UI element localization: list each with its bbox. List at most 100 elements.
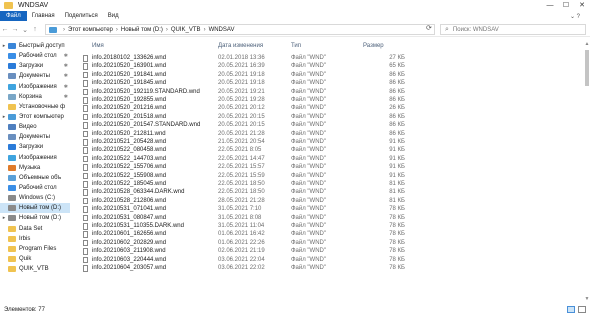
expand-ribbon-icon[interactable]: ⌄ ? (570, 13, 580, 20)
sidebar-item[interactable]: QUIK_VTB (0, 264, 70, 274)
sidebar-item-label: Program Files (19, 245, 57, 252)
sidebar-item[interactable]: Windows (C:) (0, 193, 70, 203)
tab-share[interactable]: Поделиться (60, 13, 103, 19)
tab-view[interactable]: Вид (103, 13, 124, 19)
file-row[interactable]: info.20210604_203057.wnd 03.06.2021 22:02… (78, 264, 588, 272)
file-date: 31.05.2021 8:08 (218, 214, 262, 221)
file-type: Файл "WND" (291, 181, 327, 187)
breadcrumb-quik-vtb[interactable]: QUIK_VTB (171, 27, 201, 33)
file-row[interactable]: info.20210520_201518.wnd 20.05.2021 20:15… (78, 113, 588, 121)
file-row[interactable]: info.20210522_080458.wnd 22.05.2021 8:05 Ф… (78, 146, 588, 154)
file-name: info.20210520_191845.wnd (92, 80, 167, 87)
file-row[interactable]: info.20210520_192855.wnd 20.05.2021 19:28… (78, 96, 588, 104)
window-title: WNDSAV (18, 2, 49, 9)
file-row[interactable]: info.20210528_212806.wnd 28.05.2021 21:28… (78, 197, 588, 205)
file-row[interactable]: info.20210520_191845.wnd 20.05.2021 19:18… (78, 79, 588, 87)
breadcrumb-drive-d[interactable]: Новый том (D:) (121, 27, 163, 33)
file-row[interactable]: info.20210520_201547.STANDARD.wnd 20.05.2… (78, 121, 588, 129)
video-icon (8, 124, 16, 131)
drive-icon (8, 205, 16, 212)
file-type: Файл "WND" (291, 105, 327, 112)
file-row[interactable]: info.20210528_063344.DARK.wnd 22.05.2021 … (78, 188, 588, 196)
file-row[interactable]: info.20210520_192119.STANDARD.wnd 20.05.2… (78, 88, 588, 96)
tab-home[interactable]: Главная (27, 13, 60, 19)
file-row[interactable]: info.20210520_191841.wnd 20.05.2021 19:18… (78, 71, 588, 79)
scroll-up-icon[interactable]: ▲ (584, 41, 590, 48)
sidebar-item[interactable]: ▸ Этот компьютер (0, 112, 70, 122)
file-row[interactable]: info.20210531_110355.DARK.wnd 31.05.2021 … (78, 222, 588, 230)
sidebar-item[interactable]: Загрузки (0, 142, 70, 152)
expand-arrow-icon[interactable]: ▸ (0, 114, 8, 120)
file-icon (83, 88, 88, 96)
file-row[interactable]: info.20210521_205428.wnd 21.05.2021 20:54… (78, 138, 588, 146)
file-row[interactable]: info.20210603_220444.wnd 03.06.2021 22:04… (78, 256, 588, 264)
column-header-name[interactable]: Имя (92, 43, 104, 49)
forward-button[interactable]: → (10, 26, 20, 33)
search-input[interactable]: ⌕ Поиск: WNDSAV (440, 24, 586, 35)
details-view-icon[interactable] (567, 306, 575, 313)
expand-arrow-icon[interactable]: ▸ (0, 215, 8, 221)
music-icon (8, 164, 16, 171)
breadcrumb-wndsav[interactable]: WNDSAV (209, 27, 235, 33)
sidebar-item[interactable]: Документы (0, 132, 70, 142)
sidebar-item[interactable]: Новый том (D:) (0, 203, 70, 214)
address-bar[interactable]: › Этот компьютер › Новый том (D:) › QUIK… (45, 24, 435, 35)
column-header-type[interactable]: Тип (291, 43, 301, 49)
sidebar-item[interactable]: Рабочий стол ✱ (0, 51, 70, 61)
sidebar-item[interactable]: ▸ Новый том (D:) (0, 213, 70, 223)
file-row[interactable]: info.20210531_071041.wnd 31.05.2021 7:10 Ф… (78, 205, 588, 213)
breadcrumb-this-pc[interactable]: Этот компьютер (68, 27, 113, 33)
sidebar-item[interactable]: Рабочий стол (0, 183, 70, 193)
scroll-down-icon[interactable]: ▼ (584, 296, 590, 303)
sidebar-item[interactable]: ▸ Быстрый доступ (0, 41, 70, 51)
tab-file[interactable]: Файл (0, 11, 27, 21)
file-row[interactable]: info.20210603_211908.wnd 02.06.2021 21:19… (78, 247, 588, 255)
column-header-size[interactable]: Размер (363, 43, 384, 49)
file-name: info.20210528_063344.DARK.wnd (92, 189, 185, 196)
large-icons-view-icon[interactable] (578, 306, 586, 313)
file-row[interactable]: info.20210531_080847.wnd 31.05.2021 8:08 Ф… (78, 214, 588, 222)
file-size: 81 КБ (389, 181, 405, 187)
recent-locations-button[interactable]: ⌄ (20, 26, 30, 34)
file-size: 86 КБ (389, 113, 405, 120)
refresh-icon[interactable]: ⟳ (426, 24, 432, 32)
file-icon (83, 139, 88, 146)
file-date: 22.05.2021 14:47 (218, 155, 265, 162)
file-row[interactable]: info.20210602_202829.wnd 01.06.2021 22:26… (78, 239, 588, 247)
file-row[interactable]: info.20210522_185045.wnd 22.05.2021 18:50… (78, 180, 588, 188)
sidebar-item[interactable]: Загрузки ✱ (0, 61, 70, 71)
sidebar-item[interactable]: Program Files (0, 244, 70, 254)
sidebar-item[interactable]: Irbis (0, 234, 70, 244)
back-button[interactable]: ← (0, 26, 10, 33)
file-size: 78 КБ (389, 223, 405, 229)
minimize-button[interactable]: — (542, 0, 558, 11)
sidebar-item[interactable]: Изображения ✱ (0, 82, 70, 92)
file-size: 86 КБ (389, 71, 405, 78)
close-button[interactable]: ✕ (574, 0, 590, 11)
sidebar-item[interactable]: Объемные объ (0, 173, 70, 183)
file-row[interactable]: info.20210520_201216.wnd 20.05.2021 20:12… (78, 104, 588, 112)
sidebar-item[interactable]: Документы ✱ (0, 71, 70, 81)
file-date: 31.05.2021 7:10 (218, 206, 262, 213)
column-header-date[interactable]: Дата изменения (218, 43, 263, 49)
file-row[interactable]: info.20210522_155706.wnd 22.05.2021 15:57… (78, 163, 588, 171)
sidebar-item[interactable]: Изображения (0, 153, 70, 163)
expand-arrow-icon[interactable]: ▸ (0, 43, 8, 49)
file-row[interactable]: info.20210520_212811.wnd 20.05.2021 21:28… (78, 130, 588, 138)
file-row[interactable]: info.20210520_163901.wnd 20.05.2021 16:39… (78, 62, 588, 70)
maximize-button[interactable]: ☐ (558, 0, 574, 11)
up-button[interactable]: ↑ (30, 26, 40, 33)
file-row[interactable]: info.20210601_162656.wnd 01.06.2021 16:42… (78, 230, 588, 238)
sidebar-item[interactable]: Data Set (0, 224, 70, 234)
file-type: Файл "WND" (291, 122, 327, 129)
file-row[interactable]: info.20210522_144703.wnd 22.05.2021 14:47… (78, 155, 588, 163)
sidebar-item[interactable]: Корзина ✱ (0, 92, 70, 102)
file-row[interactable]: info.20180102_133626.wnd 02.01.2018 13:36… (78, 54, 588, 62)
sidebar-item[interactable]: Музыка (0, 163, 70, 173)
sidebar-item[interactable]: Установочные ф (0, 102, 70, 112)
vertical-scrollbar[interactable]: ▲ ▼ (584, 41, 590, 303)
scroll-thumb[interactable] (585, 50, 589, 86)
sidebar-item[interactable]: Quik (0, 254, 70, 264)
sidebar-item[interactable]: Видео (0, 122, 70, 132)
file-row[interactable]: info.20210522_155908.wnd 22.05.2021 15:59… (78, 172, 588, 180)
